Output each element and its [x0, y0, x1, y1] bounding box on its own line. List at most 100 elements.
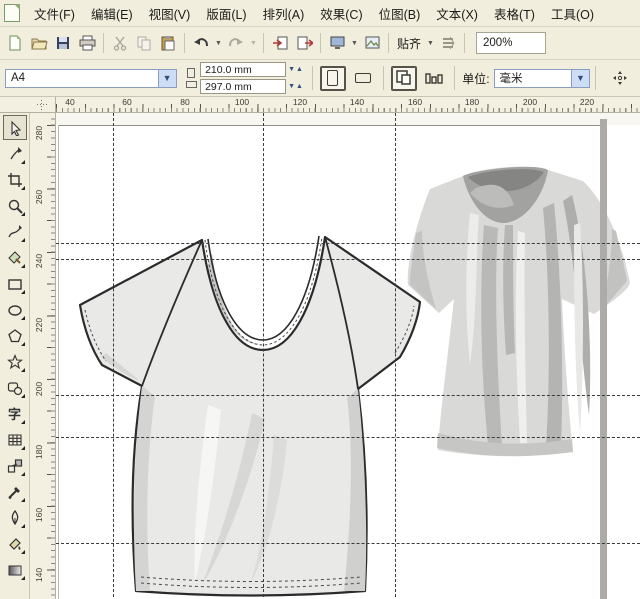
vertical-guideline[interactable]	[263, 113, 264, 599]
page-sorter-button[interactable]	[421, 66, 447, 91]
application-launcher-icon[interactable]	[326, 32, 348, 54]
menu-item-6[interactable]: 位图(B)	[371, 1, 429, 26]
portrait-icon	[327, 70, 338, 86]
horizontal-guideline[interactable]	[56, 395, 640, 396]
horizontal-guideline[interactable]	[56, 259, 640, 260]
main-area: 字 280260240220200180160140	[0, 113, 640, 599]
menu-item-9[interactable]: 工具(O)	[543, 1, 602, 26]
snap-dropdown-icon[interactable]: ▼	[426, 32, 435, 54]
paper-height-field[interactable]: 297.0 mm	[200, 79, 286, 94]
combo-dropdown-icon[interactable]: ▼	[571, 70, 589, 87]
menu-item-2[interactable]: 视图(V)	[141, 1, 199, 26]
redo-icon[interactable]	[225, 32, 247, 54]
v-ruler-label-160: 160	[34, 508, 44, 522]
welcome-screen-icon[interactable]	[361, 32, 383, 54]
table-tool-icon[interactable]	[3, 427, 27, 452]
menu-item-4[interactable]: 排列(A)	[255, 1, 313, 26]
menu-item-3[interactable]: 版面(L)	[198, 1, 254, 26]
star-tool-icon[interactable]	[3, 349, 27, 374]
height-spinner-icons[interactable]: ▼▲	[287, 83, 305, 90]
undo-icon[interactable]	[190, 32, 212, 54]
fill-tool-icon[interactable]	[3, 531, 27, 556]
menu-item-5[interactable]: 效果(C)	[312, 1, 370, 26]
nudge-offset-icon	[612, 70, 628, 86]
menu-item-0[interactable]: 文件(F)	[26, 1, 83, 26]
nudge-offset-button[interactable]	[607, 66, 633, 91]
menu-item-8[interactable]: 表格(T)	[486, 1, 543, 26]
v-ruler-label-260: 260	[34, 190, 44, 204]
vertical-ruler[interactable]: 280260240220200180160140	[30, 113, 56, 599]
paste-icon[interactable]	[157, 32, 179, 54]
units-label: 单位:	[462, 70, 489, 87]
width-spinner-icons[interactable]: ▼▲	[287, 66, 305, 73]
import-icon[interactable]	[269, 32, 291, 54]
landscape-icon	[355, 73, 371, 83]
freehand-tool-icon[interactable]	[3, 219, 27, 244]
page-size-combobox[interactable]: A4 ▼	[5, 69, 177, 88]
polygon-tool-icon[interactable]	[3, 323, 27, 348]
propbar-separator	[383, 66, 384, 90]
ellipse-tool-icon[interactable]	[3, 297, 27, 322]
rectangle-tool-icon[interactable]	[3, 271, 27, 296]
text-tool-icon[interactable]: 字	[3, 401, 27, 426]
export-icon[interactable]	[293, 32, 315, 54]
blend-tool-icon[interactable]	[3, 453, 27, 478]
paper-height-icon	[186, 81, 197, 88]
landscape-button[interactable]	[350, 66, 376, 91]
propbar-separator	[312, 66, 313, 90]
zoom-tool-icon[interactable]	[3, 193, 27, 218]
shape-tool-icon[interactable]	[3, 141, 27, 166]
h-ruler-label-40: 40	[65, 97, 74, 107]
save-icon[interactable]	[52, 32, 74, 54]
horizontal-ruler[interactable]: 406080100120140160180200220	[56, 97, 640, 113]
toolbar-separator	[388, 33, 389, 53]
pick-tool-icon[interactable]	[3, 115, 27, 140]
outline-pen-tool-icon[interactable]	[3, 505, 27, 530]
units-combobox[interactable]: 毫米 ▼	[494, 69, 590, 88]
undo-dropdown-icon[interactable]: ▼	[214, 32, 223, 54]
basic-shapes-tool-icon[interactable]	[3, 375, 27, 400]
toolbox: 字	[0, 113, 30, 599]
combo-dropdown-icon[interactable]: ▼	[158, 70, 176, 87]
smart-fill-tool-icon[interactable]	[3, 245, 27, 270]
menu-bar: 文件(F)编辑(E)视图(V)版面(L)排列(A)效果(C)位图(B)文本(X)…	[0, 0, 640, 27]
menu-item-1[interactable]: 编辑(E)	[83, 1, 141, 26]
page-right-edge-band	[600, 119, 607, 599]
document-icon	[4, 4, 20, 22]
vector-tshirt-drawing	[80, 236, 420, 596]
crop-tool-icon[interactable]	[3, 167, 27, 192]
toolbar-separator	[320, 33, 321, 53]
interactive-fill-tool-icon[interactable]	[3, 557, 27, 582]
snap-to-label[interactable]: 贴齐	[394, 35, 424, 52]
drawing-canvas[interactable]	[56, 113, 640, 599]
h-ruler-label-140: 140	[350, 97, 364, 107]
ruler-origin-corner[interactable]	[0, 97, 56, 113]
cut-icon[interactable]	[109, 32, 131, 54]
h-ruler-label-60: 60	[122, 97, 131, 107]
menu-bar-items: 文件(F)编辑(E)视图(V)版面(L)排列(A)效果(C)位图(B)文本(X)…	[26, 1, 602, 26]
h-ruler-label-100: 100	[235, 97, 249, 107]
all-pages-layout-button[interactable]	[391, 66, 417, 91]
propbar-separator	[595, 66, 596, 90]
copy-icon[interactable]	[133, 32, 155, 54]
paper-width-field[interactable]: 210.0 mm	[200, 62, 286, 77]
zoom-level-combobox[interactable]: 200%	[476, 32, 546, 54]
eyedropper-tool-icon[interactable]	[3, 479, 27, 504]
paper-width-value: 210.0 mm	[205, 64, 252, 76]
redo-dropdown-icon[interactable]: ▼	[249, 32, 258, 54]
horizontal-guideline[interactable]	[56, 243, 640, 244]
options-icon[interactable]	[437, 32, 459, 54]
horizontal-guideline[interactable]	[56, 543, 640, 544]
print-icon[interactable]	[76, 32, 98, 54]
portrait-button[interactable]	[320, 66, 346, 91]
menu-item-7[interactable]: 文本(X)	[428, 1, 486, 26]
launcher-dropdown-icon[interactable]: ▼	[350, 32, 359, 54]
new-icon[interactable]	[4, 32, 26, 54]
toolbar-separator	[464, 33, 465, 53]
vertical-guideline[interactable]	[395, 113, 396, 599]
horizontal-guideline[interactable]	[56, 437, 640, 438]
ruler-row: 406080100120140160180200220	[0, 97, 640, 113]
vertical-guideline[interactable]	[113, 113, 114, 599]
v-ruler-label-140: 140	[34, 568, 44, 582]
open-icon[interactable]	[28, 32, 50, 54]
